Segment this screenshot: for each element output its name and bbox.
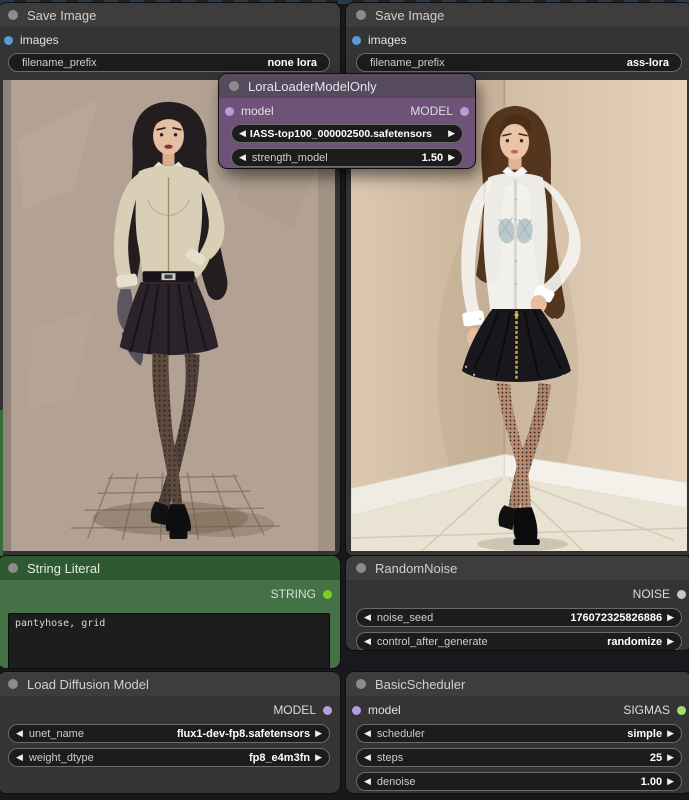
- widget-label: weight_dtype: [29, 752, 94, 764]
- input-port-model[interactable]: [352, 706, 361, 715]
- node-title: BasicScheduler: [375, 677, 465, 692]
- collapse-dot-icon[interactable]: [8, 563, 18, 573]
- widget-noise-seed[interactable]: ◀ noise_seed 176072325826886 ▶: [356, 608, 682, 627]
- output-label: NOISE: [633, 587, 670, 601]
- node-title-bar[interactable]: Load Diffusion Model: [0, 672, 340, 696]
- output-port-model[interactable]: [460, 107, 469, 116]
- output-port-noise[interactable]: [677, 590, 686, 599]
- increment-arrow-icon[interactable]: ▶: [315, 753, 322, 762]
- string-text-input[interactable]: pantyhose, grid: [8, 613, 330, 668]
- widget-label: steps: [377, 752, 403, 764]
- widget-value: IASS-top100_000002500.safetensors: [250, 128, 432, 140]
- node-edge-sliver: [0, 410, 3, 556]
- increment-arrow-icon[interactable]: ▶: [667, 729, 674, 738]
- widget-value: none lora: [267, 57, 317, 69]
- input-port-model[interactable]: [225, 107, 234, 116]
- collapse-dot-icon[interactable]: [8, 10, 18, 20]
- widget-scheduler[interactable]: ◀ scheduler simple ▶: [356, 724, 682, 743]
- node-title-bar[interactable]: RandomNoise: [346, 556, 689, 580]
- widget-label: noise_seed: [377, 612, 433, 624]
- node-graph-canvas[interactable]: Save Image images filename_prefix none l…: [0, 0, 689, 800]
- output-port-string[interactable]: [323, 590, 332, 599]
- node-title-bar[interactable]: String Literal: [0, 556, 340, 580]
- collapse-dot-icon[interactable]: [356, 679, 366, 689]
- node-title: RandomNoise: [375, 561, 457, 576]
- widget-value: ass-lora: [627, 57, 669, 69]
- widget-value: 25: [650, 752, 662, 764]
- widget-filename-prefix[interactable]: filename_prefix ass-lora: [356, 53, 682, 72]
- node-title: String Literal: [27, 561, 100, 576]
- widget-value: simple: [627, 728, 662, 740]
- widget-value: 1.50: [422, 152, 443, 164]
- increment-arrow-icon[interactable]: ▶: [315, 729, 322, 738]
- widget-label: strength_model: [252, 152, 328, 164]
- widget-value: randomize: [607, 636, 662, 648]
- decrement-arrow-icon[interactable]: ◀: [239, 153, 246, 162]
- widget-label: scheduler: [377, 728, 425, 740]
- widget-strength-model[interactable]: ◀ strength_model 1.50 ▶: [231, 148, 463, 167]
- widget-filename-prefix[interactable]: filename_prefix none lora: [8, 53, 330, 72]
- widget-label: filename_prefix: [370, 57, 445, 69]
- increment-arrow-icon[interactable]: ▶: [448, 153, 455, 162]
- node-basic-scheduler[interactable]: BasicScheduler model SIGMAS ◀ scheduler …: [346, 672, 689, 793]
- widget-control-after-generate[interactable]: ◀ control_after_generate randomize ▶: [356, 632, 682, 650]
- node-title-bar[interactable]: LoraLoaderModelOnly: [219, 74, 475, 98]
- decrement-arrow-icon[interactable]: ◀: [364, 777, 371, 786]
- widget-value: flux1-dev-fp8.safetensors: [177, 728, 310, 740]
- widget-value: fp8_e4m3fn: [249, 752, 310, 764]
- decrement-arrow-icon[interactable]: ◀: [16, 729, 23, 738]
- widget-label: control_after_generate: [377, 636, 488, 648]
- widget-label: unet_name: [29, 728, 84, 740]
- node-title: LoraLoaderModelOnly: [248, 79, 377, 94]
- increment-arrow-icon[interactable]: ▶: [667, 753, 674, 762]
- node-title-bar[interactable]: BasicScheduler: [346, 672, 689, 696]
- input-port-images[interactable]: [4, 36, 13, 45]
- decrement-arrow-icon[interactable]: ◀: [364, 729, 371, 738]
- increment-arrow-icon[interactable]: ▶: [667, 613, 674, 622]
- decrement-arrow-icon[interactable]: ◀: [16, 753, 23, 762]
- widget-value: 176072325826886: [570, 612, 662, 624]
- increment-arrow-icon[interactable]: ▶: [448, 129, 455, 138]
- widget-lora-name[interactable]: ◀ IASS-top100_000002500.safetensors ▶: [231, 124, 463, 143]
- node-title: Save Image: [27, 8, 96, 23]
- collapse-dot-icon[interactable]: [356, 10, 366, 20]
- output-label: SIGMAS: [623, 703, 670, 717]
- collapse-dot-icon[interactable]: [229, 81, 239, 91]
- node-random-noise[interactable]: RandomNoise NOISE ◀ noise_seed 176072325…: [346, 556, 689, 650]
- node-load-diffusion-model[interactable]: Load Diffusion Model MODEL ◀ unet_name f…: [0, 672, 340, 793]
- node-title: Load Diffusion Model: [27, 677, 149, 692]
- output-port-model[interactable]: [323, 706, 332, 715]
- node-title-bar[interactable]: Save Image: [346, 3, 689, 27]
- widget-label: filename_prefix: [22, 57, 97, 69]
- increment-arrow-icon[interactable]: ▶: [667, 637, 674, 646]
- output-port-sigmas[interactable]: [677, 706, 686, 715]
- increment-arrow-icon[interactable]: ▶: [667, 777, 674, 786]
- input-label: images: [20, 33, 59, 47]
- collapse-dot-icon[interactable]: [8, 679, 18, 689]
- node-title: Save Image: [375, 8, 444, 23]
- widget-denoise[interactable]: ◀ denoise 1.00 ▶: [356, 772, 682, 791]
- decrement-arrow-icon[interactable]: ◀: [364, 753, 371, 762]
- widget-weight-dtype[interactable]: ◀ weight_dtype fp8_e4m3fn ▶: [8, 748, 330, 767]
- input-label: images: [368, 33, 407, 47]
- output-label: MODEL: [410, 104, 453, 118]
- node-string-literal[interactable]: String Literal STRING pantyhose, grid: [0, 556, 340, 668]
- widget-value: 1.00: [641, 776, 662, 788]
- widget-steps[interactable]: ◀ steps 25 ▶: [356, 748, 682, 767]
- node-title-bar[interactable]: Save Image: [0, 3, 340, 27]
- decrement-arrow-icon[interactable]: ◀: [239, 129, 246, 138]
- input-port-images[interactable]: [352, 36, 361, 45]
- input-label: model: [368, 703, 401, 717]
- decrement-arrow-icon[interactable]: ◀: [364, 613, 371, 622]
- output-label: STRING: [271, 587, 316, 601]
- collapse-dot-icon[interactable]: [356, 563, 366, 573]
- input-label: model: [241, 104, 274, 118]
- output-label: MODEL: [273, 703, 316, 717]
- decrement-arrow-icon[interactable]: ◀: [364, 637, 371, 646]
- widget-label: denoise: [377, 776, 416, 788]
- node-lora-loader[interactable]: LoraLoaderModelOnly model MODEL ◀ IASS-t…: [219, 74, 475, 168]
- widget-unet-name[interactable]: ◀ unet_name flux1-dev-fp8.safetensors ▶: [8, 724, 330, 743]
